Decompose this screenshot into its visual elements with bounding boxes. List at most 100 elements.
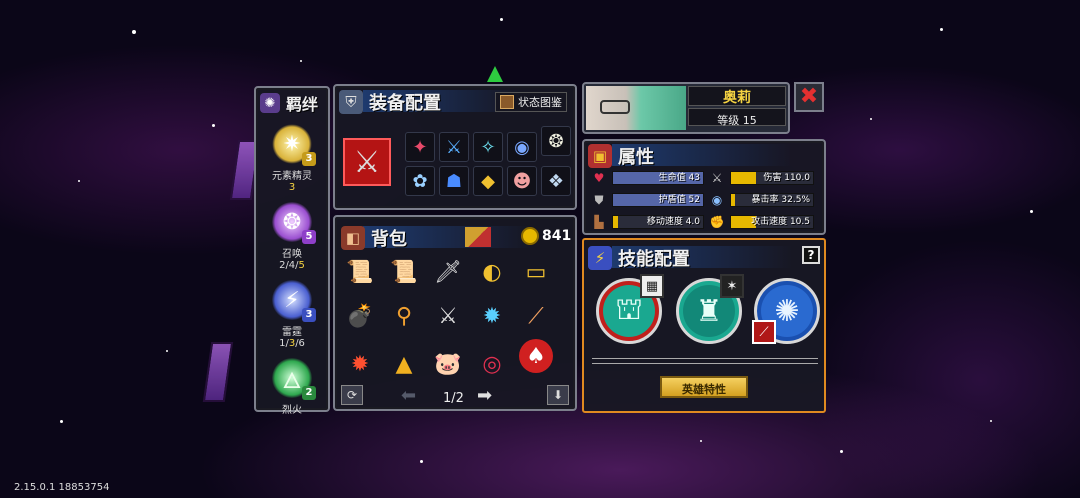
bag-item[interactable]: 💣 <box>343 299 377 333</box>
bag-item[interactable]: ▲ <box>387 347 421 381</box>
piggy-icon: 🐷 <box>434 351 462 377</box>
glasses-icon <box>600 100 630 114</box>
hero-trait-button[interactable]: 英雄特性 <box>660 376 748 398</box>
equip-slot[interactable]: ✧ <box>473 132 503 162</box>
hero-portrait <box>586 86 686 130</box>
bond-item-summon[interactable]: ❂ 5 召唤 2/4/5 <box>256 202 328 271</box>
help-label: ? <box>807 248 815 262</box>
backpack-icon: ◧ <box>341 226 365 250</box>
status-codex-button[interactable]: 状态图鉴 <box>495 92 567 112</box>
bond-item-thunder[interactable]: ⚡ 3 雷霆 1/3/6 <box>256 280 328 349</box>
bond-name: 元素精灵 <box>272 171 312 182</box>
download-icon: ⬇ <box>552 388 564 402</box>
bond-name: 雷霆 <box>282 327 302 338</box>
skills-panel: ⚡ 技能配置 ? ⛫ ▦ ♜ ✶ ✺ ⟋ 英雄特性 <box>582 238 826 413</box>
eye-icon: ◉ <box>711 193 723 207</box>
bond-header: ✺ 羁绊 <box>260 91 318 115</box>
white-cat-icon: ❂ <box>548 130 564 152</box>
equip-slot[interactable]: ⚔ <box>439 132 469 162</box>
bag-item[interactable]: 📜 <box>387 255 421 289</box>
sun-star-icon: ✷ 3 <box>272 124 316 166</box>
next-page-arrow[interactable]: ➡ <box>477 387 492 405</box>
silver-cat-icon: ❖ <box>547 170 565 192</box>
equipment-header: ⛨ 装备配置 <box>339 89 441 115</box>
bag-item[interactable]: 📜 <box>343 255 377 289</box>
bond-badge: 5 <box>302 230 316 244</box>
equip-slot[interactable]: ◆ <box>473 166 503 196</box>
bag-item[interactable]: ▭ <box>519 255 553 289</box>
equip-slot[interactable]: ✿ <box>405 166 435 196</box>
help-button[interactable]: ? <box>802 246 820 264</box>
bag-item[interactable]: ✹ <box>343 347 377 381</box>
bag-item[interactable]: 🗡 <box>431 255 465 289</box>
gold-drop-icon: ▲ <box>395 351 413 377</box>
bond-name: 烈火 <box>282 405 302 416</box>
bag-item[interactable]: ◎ <box>475 347 509 381</box>
bond-count: 3 <box>288 182 296 193</box>
close-button[interactable]: ✖ <box>794 82 824 112</box>
refresh-button[interactable]: ⟳ <box>341 385 363 405</box>
flame-icon: 🜂 2 <box>272 358 316 400</box>
bond-badge: 3 <box>302 308 316 322</box>
bond-title: 羁绊 <box>286 95 319 114</box>
boot-icon: ▙ <box>594 215 604 229</box>
scroll-icon: 📜 <box>346 259 374 285</box>
attr-label: 移动速度 4.0 <box>646 217 700 227</box>
attr-bar: 暴击率 32.5% <box>730 193 814 207</box>
bag-item[interactable]: ◐ <box>475 255 509 289</box>
sort-icon[interactable] <box>465 227 491 247</box>
gold-chest-icon: ◆ <box>481 170 495 192</box>
blue-mushroom-icon: ☗ <box>445 170 463 192</box>
bond-name: 召唤 <box>282 249 302 260</box>
bond-item-elemental[interactable]: ✷ 3 元素精灵 3 <box>256 124 328 193</box>
attr-label: 生命值 43 <box>658 173 700 183</box>
bag-item[interactable]: ⟋ <box>519 299 553 333</box>
red-badge-icon: ♠ <box>526 343 546 369</box>
crystal-decoration <box>202 342 234 402</box>
sword-icon: ⚔ <box>711 171 723 185</box>
heart-icon: ♥ <box>593 171 605 185</box>
bag-item[interactable]: ⚲ <box>387 299 421 333</box>
bond-item-fire[interactable]: 🜂 2 烈火 <box>256 358 328 416</box>
scroll-icon: 📜 <box>390 259 418 285</box>
bag-item[interactable]: ⚔ <box>431 299 465 333</box>
orb-icon: ◉ <box>514 136 530 158</box>
dagger-icon: 🗡 <box>434 259 462 285</box>
bond-count: 1/3/6 <box>279 338 305 349</box>
equip-slot[interactable]: ✦ <box>405 132 435 162</box>
bag-item[interactable]: ♠ <box>519 339 553 373</box>
equip-slot[interactable]: ❂ <box>541 126 571 156</box>
skill-tag-gadget[interactable]: ▦ <box>640 274 664 298</box>
equip-slot[interactable]: ☻ <box>507 166 537 196</box>
ring-icon: ◎ <box>482 351 502 377</box>
summon-icon: ✶ <box>726 278 738 294</box>
attributes-title: 属性 <box>618 147 654 168</box>
equip-slot[interactable]: ❖ <box>541 166 571 196</box>
bag-title: 背包 <box>371 229 407 250</box>
bag-header: ◧ 背包 <box>341 225 407 251</box>
skills-header: ⚡ 技能配置 <box>588 245 690 271</box>
coin-icon <box>521 227 539 245</box>
hero-name-box: 奥莉 <box>688 86 786 106</box>
green-arrow-decoration <box>487 66 503 82</box>
close-x-icon: ✖ <box>799 84 819 109</box>
bomb-icon: 💣 <box>346 303 374 329</box>
bond-emblem-icon: ✺ <box>260 93 280 113</box>
weapon-slot[interactable]: ⚔ <box>343 138 391 186</box>
bag-item[interactable]: 🐷 <box>431 347 465 381</box>
discard-button[interactable]: ⬇ <box>547 385 569 405</box>
hero-name: 奥莉 <box>723 90 751 106</box>
profile-panel: 奥莉 等级 15 <box>582 82 790 134</box>
lightning-icon: ⚡ <box>588 246 612 270</box>
bag-item[interactable]: ✹ <box>475 299 509 333</box>
shroom-icon: ✿ <box>412 170 428 192</box>
bond-panel: ✺ 羁绊 ✷ 3 元素精灵 3 ❂ 5 召唤 2/4/5 ⚡ 3 雷霆 1/3/… <box>254 86 330 416</box>
lightning-icon: ⚡ 3 <box>272 280 316 322</box>
equip-slot[interactable]: ◉ <box>507 132 537 162</box>
equip-slot[interactable]: ☗ <box>439 166 469 196</box>
skill-tag-summon[interactable]: ✶ <box>720 274 744 298</box>
attr-label: 攻击速度 10.5 <box>751 217 810 227</box>
shield-icon: ⛊ <box>594 192 604 207</box>
prev-page-arrow[interactable]: ⬅ <box>401 387 416 405</box>
skill-tag-weapon[interactable]: ⟋ <box>752 320 776 344</box>
